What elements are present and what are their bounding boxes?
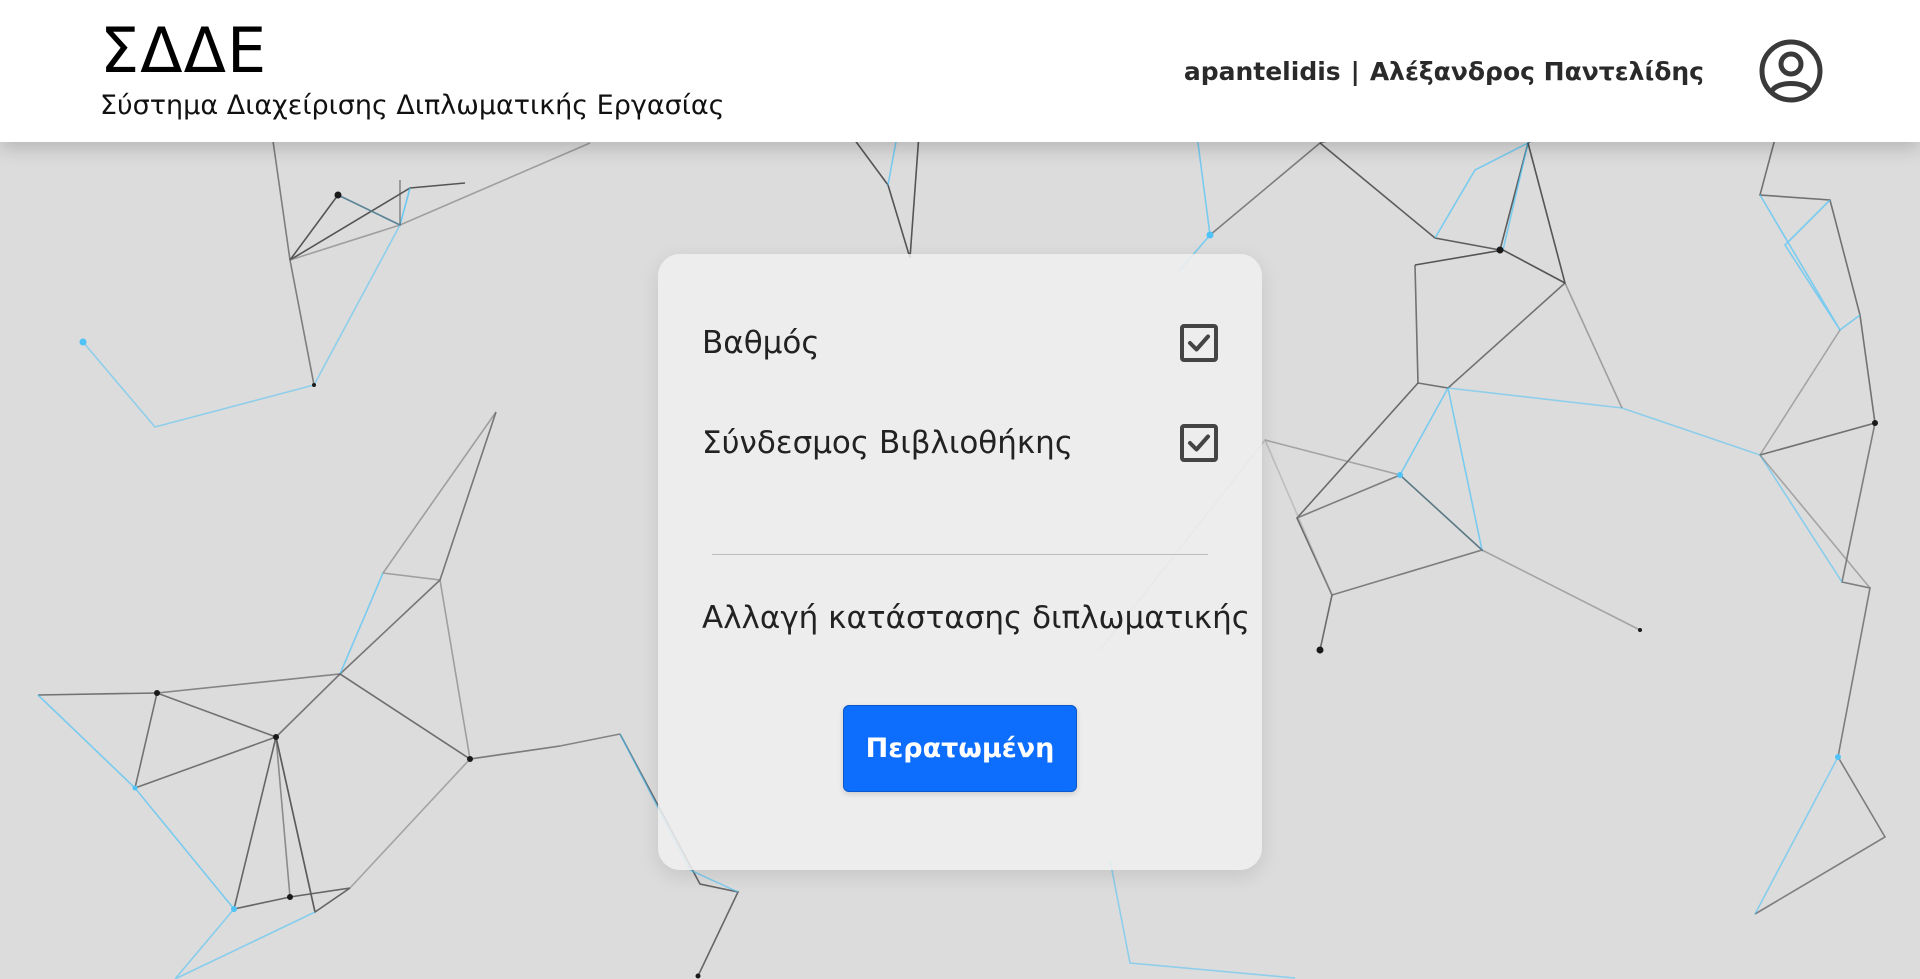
requirement-label-library-link: Σύνδεσμος Βιβλιοθήκης bbox=[702, 425, 1074, 461]
requirement-label-grade: Βαθμός bbox=[702, 325, 820, 361]
requirement-row-grade: Βαθμός bbox=[702, 324, 1218, 362]
user-area: apantelidis | Αλέξανδρος Παντελίδης bbox=[1184, 36, 1824, 106]
completed-status-button[interactable]: Περατωμένη bbox=[843, 705, 1077, 792]
requirement-row-library-link: Σύνδεσμος Βιβλιοθήκης bbox=[702, 424, 1218, 462]
app-subtitle: Σύστημα Διαχείρισης Διπλωματικής Εργασία… bbox=[100, 90, 725, 121]
user-full-name: Αλέξανδρος Παντελίδης bbox=[1369, 56, 1704, 86]
thesis-completion-card: Βαθμός Σύνδεσμος Βιβλιοθήκης Αλλαγή κατά… bbox=[658, 254, 1262, 870]
user-circle-icon[interactable] bbox=[1758, 38, 1824, 104]
check-icon bbox=[1188, 334, 1210, 352]
username: apantelidis bbox=[1183, 56, 1341, 86]
top-header: ΣΔΔΕ Σύστημα Διαχείρισης Διπλωματικής Ερ… bbox=[0, 0, 1920, 142]
app-title[interactable]: ΣΔΔΕ bbox=[100, 14, 725, 88]
divider bbox=[712, 554, 1208, 555]
library-link-checkbox[interactable] bbox=[1180, 424, 1218, 462]
status-change-label: Αλλαγή κατάστασης διπλωματικής bbox=[702, 600, 1250, 636]
brand[interactable]: ΣΔΔΕ Σύστημα Διαχείρισης Διπλωματικής Ερ… bbox=[100, 14, 725, 124]
page: ΣΔΔΕ Σύστημα Διαχείρισης Διπλωματικής Ερ… bbox=[0, 0, 1920, 979]
user-separator: | bbox=[1350, 56, 1360, 86]
grade-checkbox[interactable] bbox=[1180, 324, 1218, 362]
user-info: apantelidis | Αλέξανδρος Παντελίδης bbox=[1184, 57, 1704, 86]
check-icon bbox=[1188, 434, 1210, 452]
